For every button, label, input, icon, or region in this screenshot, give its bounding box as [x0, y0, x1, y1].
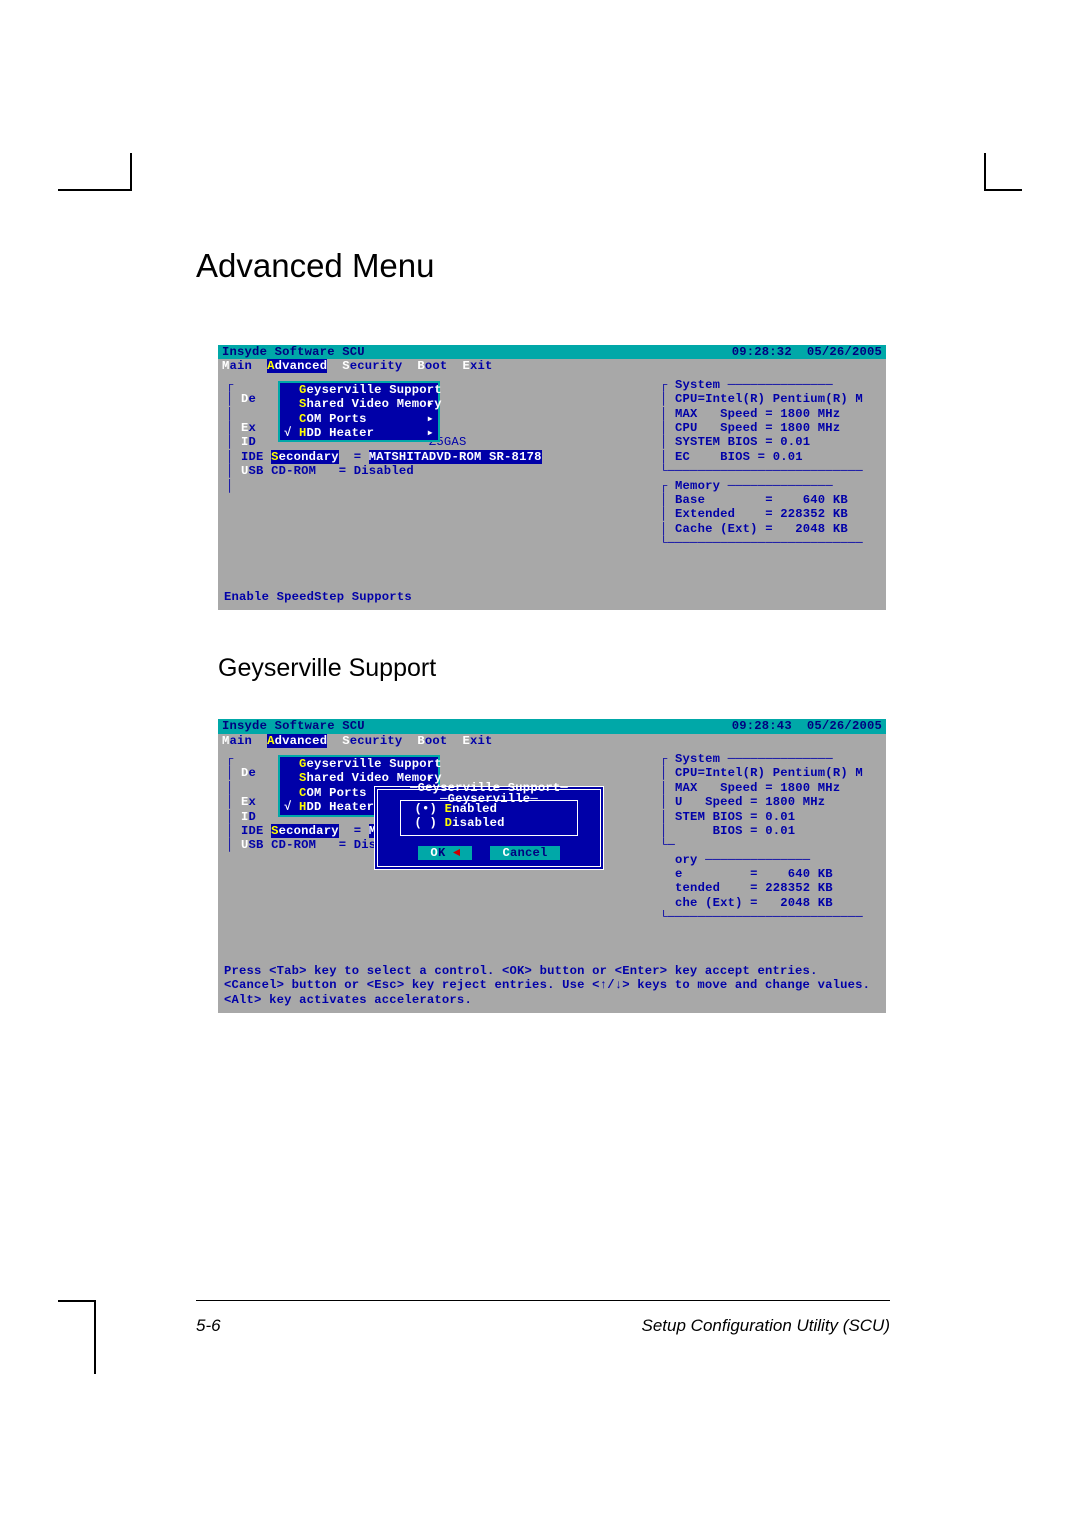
dialog-inner-title: ─Geyserville─	[401, 792, 577, 806]
page-number: 5-6	[196, 1316, 221, 1336]
bios-titlebar: Insyde Software SCU 09:28:32 05/26/2005	[218, 345, 886, 359]
menu-geyserville[interactable]: Geyserville Support ▸	[280, 383, 438, 397]
bios-screenshot-1: Insyde Software SCU 09:28:32 05/26/2005 …	[218, 345, 886, 610]
menu-hdd-heater[interactable]: √ HDD Heater	[280, 426, 438, 440]
advanced-dropdown[interactable]: Geyserville Support ▸ Shared Video Memor…	[278, 381, 440, 443]
bios-titlebar: Insyde Software SCU 09:28:43 05/26/2005	[218, 719, 886, 733]
ok-button[interactable]: OK ◄	[418, 846, 472, 860]
bios-title: Insyde Software SCU	[222, 345, 365, 359]
geyserville-dialog[interactable]: ─Geyserville Support─ ─Geyserville─ (•) …	[374, 786, 604, 870]
bios-datetime: 09:28:43 05/26/2005	[732, 719, 882, 733]
bios-screenshot-2: Insyde Software SCU 09:28:43 05/26/2005 …	[218, 719, 886, 1013]
page-heading: Advanced Menu	[196, 247, 890, 285]
cancel-button[interactable]: Cancel	[490, 846, 559, 860]
menubar[interactable]: Main Advanced Security Boot Exit	[218, 359, 886, 373]
selected-icon: ◄	[453, 846, 461, 860]
menubar[interactable]: Main Advanced Security Boot Exit	[218, 734, 886, 748]
help-text: Press <Tab> key to select a control. <OK…	[218, 964, 886, 1013]
bios-datetime: 09:28:32 05/26/2005	[732, 345, 882, 359]
help-text: Enable SpeedStep Supports	[218, 590, 886, 610]
menu-com-ports[interactable]: COM Ports ▸	[280, 412, 438, 426]
radio-disabled[interactable]: ( ) Disabled	[407, 816, 571, 830]
footer-title: Setup Configuration Utility (SCU)	[642, 1316, 890, 1336]
menu-shared-video[interactable]: Shared Video Memory ▸	[280, 397, 438, 411]
section-heading: Geyserville Support	[218, 654, 890, 683]
bios-title: Insyde Software SCU	[222, 719, 365, 733]
